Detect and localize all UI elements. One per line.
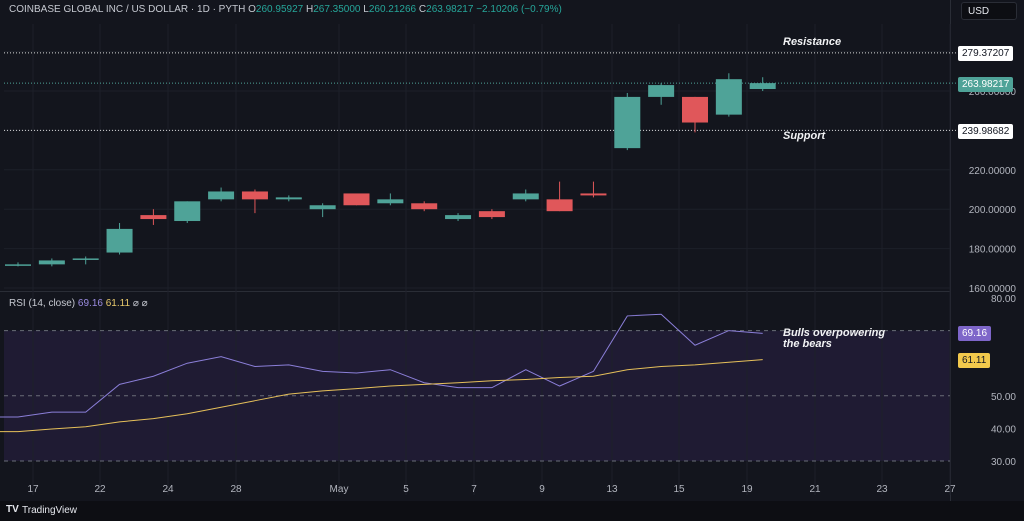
candle-body xyxy=(614,96,641,149)
candle-body xyxy=(72,258,99,260)
x-tick-label: 28 xyxy=(230,484,242,495)
x-tick-label: 19 xyxy=(741,484,753,495)
candle-body xyxy=(106,228,133,253)
candle-body xyxy=(343,193,370,206)
candle-body xyxy=(478,211,505,218)
rsi-ma-price-label: 61.11 xyxy=(958,353,991,368)
rsi-ma-legend-value: 61.11 xyxy=(105,298,131,309)
x-tick-label: 13 xyxy=(606,484,618,495)
x-tick-label: 22 xyxy=(94,484,106,495)
symbol-title: COINBASE GLOBAL INC / US DOLLAR · 1D · P… xyxy=(9,4,246,15)
tradingview-logo[interactable]: TV xyxy=(6,504,19,515)
x-tick-label: 23 xyxy=(876,484,888,495)
candle-body xyxy=(174,201,201,222)
last-price-label: 263.98217 xyxy=(958,77,1014,92)
candle-body xyxy=(5,264,31,266)
visibility-icons[interactable]: ⌀ ⌀ xyxy=(133,298,148,309)
x-tick-label: 24 xyxy=(162,484,174,495)
price-tick-label: 180.00000 xyxy=(969,245,1017,256)
candle-body xyxy=(38,260,65,265)
x-tick-label: 21 xyxy=(809,484,821,495)
candle-body xyxy=(377,199,404,204)
bulls-annotation: Bulls overpowering the bears xyxy=(783,327,886,350)
price-tick-label: 200.00000 xyxy=(969,205,1017,216)
x-tick-label: 27 xyxy=(944,484,956,495)
support-annotation: Support xyxy=(783,130,826,142)
x-tick-label: 17 xyxy=(27,484,39,495)
candle-body xyxy=(140,215,167,220)
candle-body xyxy=(715,79,742,115)
symbol-header: COINBASE GLOBAL INC / US DOLLAR · 1D · P… xyxy=(9,4,562,15)
candle-body xyxy=(275,197,302,200)
resistance-price-label: 279.37207 xyxy=(958,46,1014,61)
candle-body xyxy=(411,203,438,210)
candle-body xyxy=(648,85,675,97)
rsi-label: RSI (14, close) xyxy=(9,298,76,309)
x-tick-label: 9 xyxy=(539,484,545,495)
candle-body xyxy=(445,215,472,220)
candle-body xyxy=(208,191,235,200)
open-label: O xyxy=(248,4,256,15)
price-tick-label: 220.00000 xyxy=(969,166,1017,177)
close-value: 263.98217 xyxy=(426,4,474,15)
open-value: 260.95927 xyxy=(255,4,304,15)
rsi-legend: RSI (14, close) 69.16 61.11 ⌀ ⌀ xyxy=(9,298,148,309)
x-tick-label: 7 xyxy=(471,484,477,495)
candle-body xyxy=(749,83,776,90)
rsi-legend-value: 69.16 xyxy=(77,298,103,309)
low-value: 260.21266 xyxy=(368,4,417,15)
currency-button[interactable]: USD xyxy=(961,2,1017,20)
candle-body xyxy=(512,193,539,200)
x-tick-label: 15 xyxy=(673,484,685,495)
pane-separator xyxy=(0,291,950,292)
x-tick-label: May xyxy=(330,484,349,495)
candle-body xyxy=(546,199,573,212)
x-tick-label: 5 xyxy=(403,484,409,495)
footer-bar xyxy=(0,501,1024,521)
candle-body xyxy=(682,96,708,123)
support-price-label: 239.98682 xyxy=(958,124,1014,139)
rsi-tick-label: 80.00 xyxy=(991,294,1016,305)
candle-body xyxy=(309,205,336,210)
candle-body xyxy=(580,193,607,196)
change-value: −2.10206 (−0.79%) xyxy=(476,4,562,15)
rsi-price-label: 69.16 xyxy=(958,326,992,341)
high-value: 267.35000 xyxy=(313,4,361,15)
rsi-tick-label: 50.00 xyxy=(991,392,1016,403)
rsi-tick-label: 40.00 xyxy=(991,424,1016,435)
resistance-annotation: Resistance xyxy=(783,36,842,48)
chart-canvas[interactable]: 160.00000180.00000200.00000220.00000260.… xyxy=(0,0,1024,521)
tradingview-brand[interactable]: TradingView xyxy=(22,505,77,516)
candle-body xyxy=(241,191,268,200)
rsi-tick-label: 30.00 xyxy=(991,457,1016,468)
